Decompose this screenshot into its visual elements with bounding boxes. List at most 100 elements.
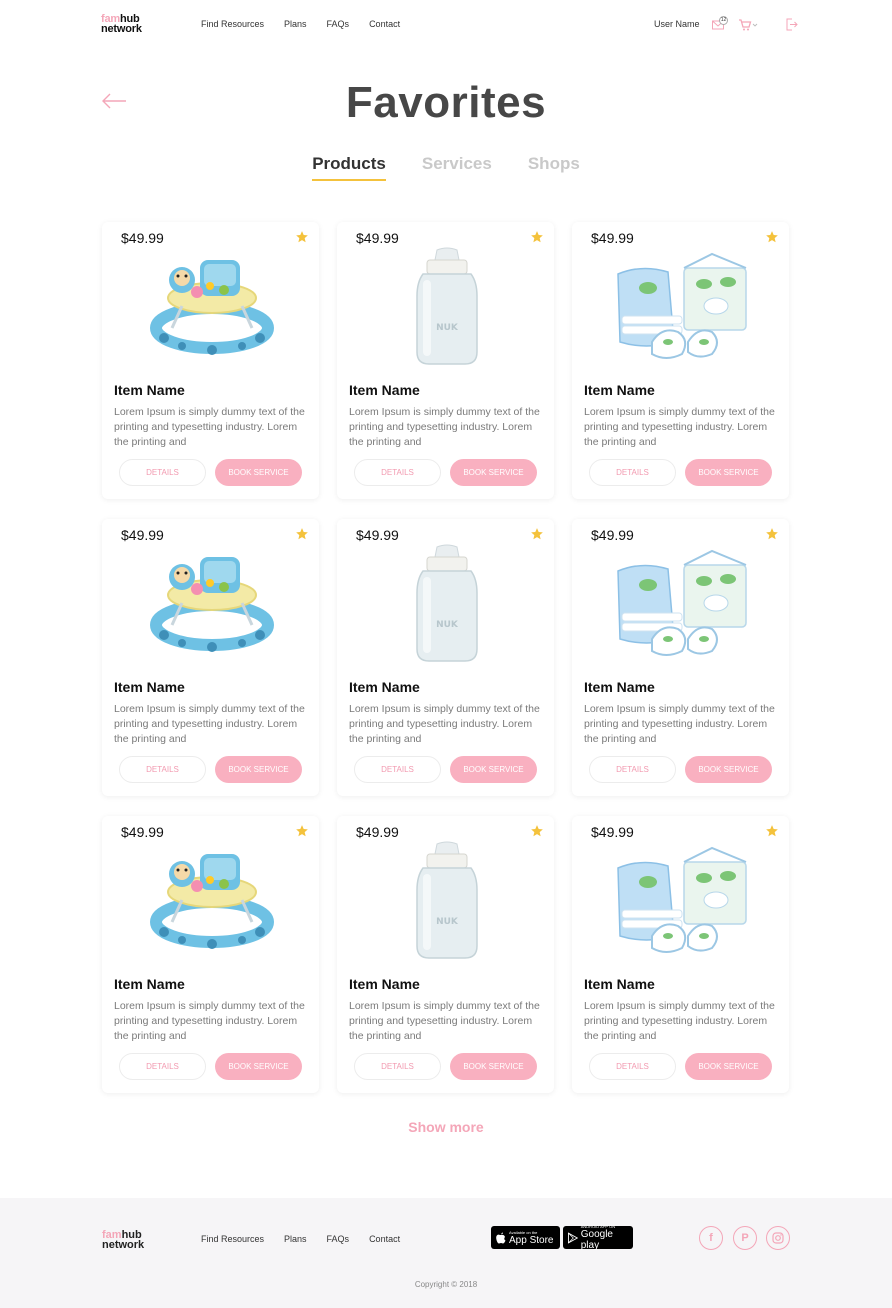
app-store-badge[interactable]: Available on the App Store: [491, 1226, 560, 1249]
product-card[interactable]: $49.99 NUK Item Name Lorem Ipsum is simp…: [337, 519, 554, 796]
product-price: $49.99: [121, 527, 164, 543]
footer-nav-find-resources[interactable]: Find Resources: [201, 1234, 264, 1244]
product-price: $49.99: [121, 824, 164, 840]
favorite-star-icon[interactable]: [765, 527, 779, 541]
item-description: Lorem Ipsum is simply dummy text of the …: [114, 703, 305, 745]
book-service-button[interactable]: BOOK SERVICE: [685, 1053, 772, 1080]
product-image-baby-clothes-set[interactable]: [612, 543, 752, 663]
book-service-button[interactable]: BOOK SERVICE: [685, 459, 772, 486]
tab-products[interactable]: Products: [312, 154, 386, 181]
product-image-baby-bottle[interactable]: NUK: [377, 543, 517, 663]
details-button[interactable]: DETAILS: [354, 756, 441, 783]
favorite-star-icon[interactable]: [295, 527, 309, 541]
app-store-big-text: App Store: [509, 1234, 554, 1246]
footer-logo[interactable]: famhub network: [102, 1230, 145, 1251]
apple-icon: [496, 1232, 506, 1243]
product-image-baby-walker[interactable]: [142, 840, 282, 960]
details-button[interactable]: DETAILS: [119, 459, 206, 486]
product-card[interactable]: $49.99 Item Name Lorem Ipsum is simply d…: [572, 816, 789, 1093]
nav-find-resources[interactable]: Find Resources: [201, 19, 264, 29]
book-service-button[interactable]: BOOK SERVICE: [685, 756, 772, 783]
main-nav: Find Resources Plans FAQs Contact: [201, 19, 400, 29]
item-name[interactable]: Item Name: [349, 976, 420, 992]
item-name[interactable]: Item Name: [584, 976, 655, 992]
item-description: Lorem Ipsum is simply dummy text of the …: [584, 1000, 775, 1042]
item-name[interactable]: Item Name: [349, 679, 420, 695]
site-header: famhub network Find Resources Plans FAQs…: [0, 0, 892, 50]
instagram-icon[interactable]: [766, 1226, 790, 1250]
product-card[interactable]: $49.99 Item Name Lorem Ipsum is simply d…: [572, 519, 789, 796]
book-service-button[interactable]: BOOK SERVICE: [450, 1053, 537, 1080]
logout-icon[interactable]: [786, 18, 798, 31]
item-name[interactable]: Item Name: [114, 679, 185, 695]
tab-shops[interactable]: Shops: [528, 154, 580, 179]
product-image-baby-walker[interactable]: [142, 246, 282, 366]
item-description: Lorem Ipsum is simply dummy text of the …: [584, 406, 775, 448]
product-card[interactable]: $49.99 Item Name Lorem Ipsum is simply d…: [102, 816, 319, 1093]
details-button[interactable]: DETAILS: [589, 459, 676, 486]
site-logo[interactable]: famhub network: [101, 14, 142, 35]
facebook-icon[interactable]: f: [699, 1226, 723, 1250]
copyright: Copyright © 2018: [414, 1280, 478, 1289]
book-service-button[interactable]: BOOK SERVICE: [215, 1053, 302, 1080]
show-more-link[interactable]: Show more: [0, 1119, 892, 1135]
nav-plans[interactable]: Plans: [284, 19, 307, 29]
nav-faqs[interactable]: FAQs: [327, 19, 350, 29]
favorites-tabs: Products Services Shops: [0, 154, 892, 181]
details-button[interactable]: DETAILS: [119, 1053, 206, 1080]
user-name[interactable]: User Name: [654, 19, 700, 29]
product-price: $49.99: [591, 230, 634, 246]
favorite-star-icon[interactable]: [530, 527, 544, 541]
footer-nav-plans[interactable]: Plans: [284, 1234, 307, 1244]
nav-contact[interactable]: Contact: [369, 19, 400, 29]
product-image-baby-walker[interactable]: [142, 543, 282, 663]
product-image-baby-bottle[interactable]: NUK: [377, 840, 517, 960]
google-play-badge[interactable]: ANDROID APP ON Google play: [563, 1224, 633, 1251]
product-card[interactable]: $49.99 Item Name Lorem Ipsum is simply d…: [102, 519, 319, 796]
item-name[interactable]: Item Name: [584, 679, 655, 695]
svg-text:NUK: NUK: [436, 917, 459, 927]
favorite-star-icon[interactable]: [765, 230, 779, 244]
details-button[interactable]: DETAILS: [589, 756, 676, 783]
google-play-big-text: Google play: [580, 1229, 613, 1251]
footer-nav: Find Resources Plans FAQs Contact: [201, 1234, 400, 1244]
product-price: $49.99: [356, 824, 399, 840]
item-name[interactable]: Item Name: [114, 382, 185, 398]
favorite-star-icon[interactable]: [295, 230, 309, 244]
favorites-grid: $49.99 Item Name Lorem Ipsum is simply d…: [102, 222, 790, 1093]
product-price: $49.99: [591, 527, 634, 543]
favorite-star-icon[interactable]: [765, 824, 779, 838]
book-service-button[interactable]: BOOK SERVICE: [450, 459, 537, 486]
book-service-button[interactable]: BOOK SERVICE: [215, 459, 302, 486]
product-image-baby-clothes-set[interactable]: [612, 840, 752, 960]
details-button[interactable]: DETAILS: [119, 756, 206, 783]
details-button[interactable]: DETAILS: [589, 1053, 676, 1080]
product-image-baby-clothes-set[interactable]: [612, 246, 752, 366]
details-button[interactable]: DETAILS: [354, 459, 441, 486]
details-button[interactable]: DETAILS: [354, 1053, 441, 1080]
favorite-star-icon[interactable]: [295, 824, 309, 838]
footer-logo-network: network: [102, 1239, 145, 1251]
favorite-star-icon[interactable]: [530, 824, 544, 838]
logo-network: network: [101, 23, 142, 35]
cart-icon[interactable]: [738, 19, 758, 31]
product-card[interactable]: $49.99 Item Name Lorem Ipsum is simply d…: [102, 222, 319, 499]
item-name[interactable]: Item Name: [114, 976, 185, 992]
product-card[interactable]: $49.99 NUK Item Name Lorem Ipsum is simp…: [337, 222, 554, 499]
item-name[interactable]: Item Name: [584, 382, 655, 398]
footer-nav-faqs[interactable]: FAQs: [327, 1234, 350, 1244]
favorite-star-icon[interactable]: [530, 230, 544, 244]
book-service-button[interactable]: BOOK SERVICE: [215, 756, 302, 783]
mail-count-badge: 12: [719, 16, 728, 25]
product-card[interactable]: $49.99 NUK Item Name Lorem Ipsum is simp…: [337, 816, 554, 1093]
footer-nav-contact[interactable]: Contact: [369, 1234, 400, 1244]
tab-services[interactable]: Services: [422, 154, 492, 179]
book-service-button[interactable]: BOOK SERVICE: [450, 756, 537, 783]
product-card[interactable]: $49.99 Item Name Lorem Ipsum is simply d…: [572, 222, 789, 499]
product-image-baby-bottle[interactable]: NUK: [377, 246, 517, 366]
svg-text:NUK: NUK: [436, 620, 459, 630]
item-name[interactable]: Item Name: [349, 382, 420, 398]
item-description: Lorem Ipsum is simply dummy text of the …: [349, 406, 540, 448]
pinterest-icon[interactable]: P: [733, 1226, 757, 1250]
item-description: Lorem Ipsum is simply dummy text of the …: [584, 703, 775, 745]
